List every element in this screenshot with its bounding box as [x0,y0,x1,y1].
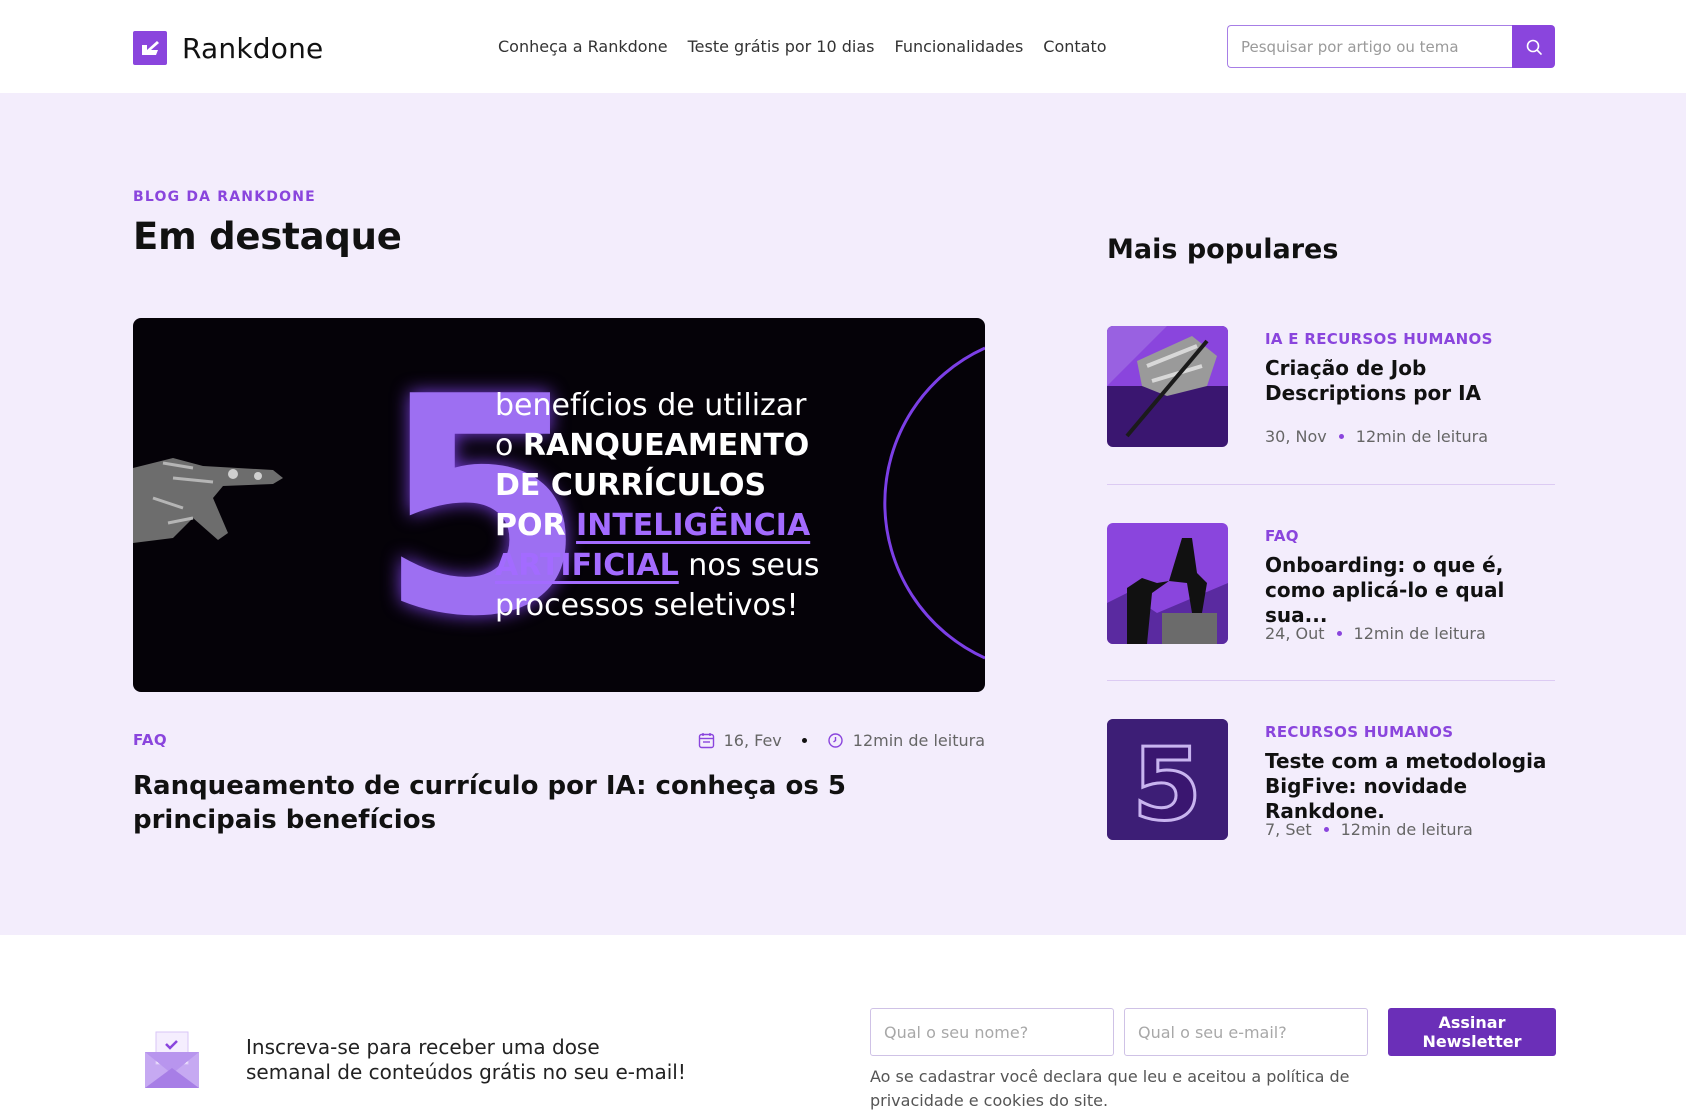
separator-dot [1336,631,1342,636]
banner-line-3: DE CURRÍCULOS [495,468,767,503]
subscribe-button[interactable]: Assinar Newsletter [1388,1008,1556,1056]
calendar-icon [698,733,714,749]
clock-icon [828,733,843,748]
site-header: Rankdone Conheça a Rankdone Teste grátis… [0,0,1686,93]
popular-date: 24, Out [1265,624,1325,643]
divider [1107,680,1555,681]
popular-meta: 7, Set 12min de leitura [1265,820,1473,839]
search-icon [1526,39,1542,55]
newsletter-name-field[interactable] [870,1008,1114,1056]
popular-title[interactable]: Criação de Job Descriptions por IA [1265,356,1555,406]
newsletter-text: Inscreva-se para receber uma dose semana… [246,1035,686,1084]
featured-category[interactable]: FAQ [133,731,167,749]
featured-article-meta: FAQ 16, Fev 12min de leitura [133,731,985,753]
svg-text:5: 5 [1132,726,1202,840]
search-input[interactable] [1227,25,1512,68]
search-button[interactable] [1512,25,1555,68]
nav-link-contato[interactable]: Contato [1043,37,1106,56]
popular-date: 30, Nov [1265,427,1327,446]
popular-meta: 30, Nov 12min de leitura [1265,427,1488,446]
envelope-icon [145,1031,199,1088]
separator-dot [801,738,807,743]
banner-line-2: o RANQUEAMENTO [495,428,810,463]
featured-article-image[interactable]: 5 benefícios de utilizar o RANQUEAMENTO … [133,318,985,692]
popular-item[interactable]: FAQ Onboarding: o que é, como aplicá-lo … [1107,523,1555,673]
separator-dot [1338,434,1344,439]
popular-category[interactable]: IA E RECURSOS HUMANOS [1265,330,1493,348]
hero-section: BLOG DA RANKDONE Em destaque 5 benefício… [0,93,1686,935]
nav-link-conheca[interactable]: Conheça a Rankdone [498,37,668,56]
featured-date: 16, Fev [723,731,782,750]
popular-item[interactable]: IA E RECURSOS HUMANOS Criação de Job Des… [1107,326,1555,476]
featured-article-title[interactable]: Ranqueamento de currículo por IA: conheç… [133,769,953,837]
separator-dot [1323,827,1329,832]
nav-link-funcionalidades[interactable]: Funcionalidades [895,37,1024,56]
popular-item[interactable]: 5 RECURSOS HUMANOS Teste com a metodolog… [1107,719,1555,869]
popular-category[interactable]: FAQ [1265,527,1299,545]
popular-date: 7, Set [1265,820,1312,839]
newsletter-legal-text: Ao se cadastrar você declara que leu e a… [870,1067,1350,1110]
banner-line-6: processos seletivos! [495,588,799,623]
banner-text: benefícios de utilizar o RANQUEAMENTO DE… [495,386,855,626]
popular-heading: Mais populares [1107,234,1339,265]
decorative-arc [883,346,985,660]
newsletter-email-field[interactable] [1124,1008,1368,1056]
popular-thumb-robot-pen [1107,326,1228,447]
popular-meta: 24, Out 12min de leitura [1265,624,1486,643]
main-nav: Conheça a Rankdone Teste grátis por 10 d… [498,37,1107,56]
popular-read-time: 12min de leitura [1355,427,1488,446]
logo[interactable]: Rankdone [133,31,323,65]
popular-read-time: 12min de leitura [1353,624,1486,643]
logo-mark-icon [133,31,167,65]
robot-hand-icon [133,458,283,543]
featured-info: 16, Fev 12min de leitura [698,731,985,750]
banner-line-5: ARTIFICIAL nos seus [495,548,820,583]
popular-category[interactable]: RECURSOS HUMANOS [1265,723,1453,741]
newsletter-section: Inscreva-se para receber uma dose semana… [0,935,1686,1110]
popular-thumb-number-five: 5 [1107,719,1228,840]
blog-eyebrow: BLOG DA RANKDONE [133,189,316,205]
nav-link-teste-gratis[interactable]: Teste grátis por 10 dias [688,37,875,56]
logo-text: Rankdone [182,31,324,65]
banner-line-4: POR INTELIGÊNCIA [495,508,811,543]
page-title: Em destaque [133,215,402,258]
popular-read-time: 12min de leitura [1340,820,1473,839]
popular-title[interactable]: Teste com a metodologia BigFive: novidad… [1265,749,1555,824]
featured-read-time: 12min de leitura [852,731,985,750]
search-bar [1227,25,1555,68]
popular-thumb-climbing [1107,523,1228,644]
popular-title[interactable]: Onboarding: o que é, como aplicá-lo e qu… [1265,553,1555,628]
divider [1107,484,1555,485]
banner-line-1: benefícios de utilizar [495,388,807,423]
